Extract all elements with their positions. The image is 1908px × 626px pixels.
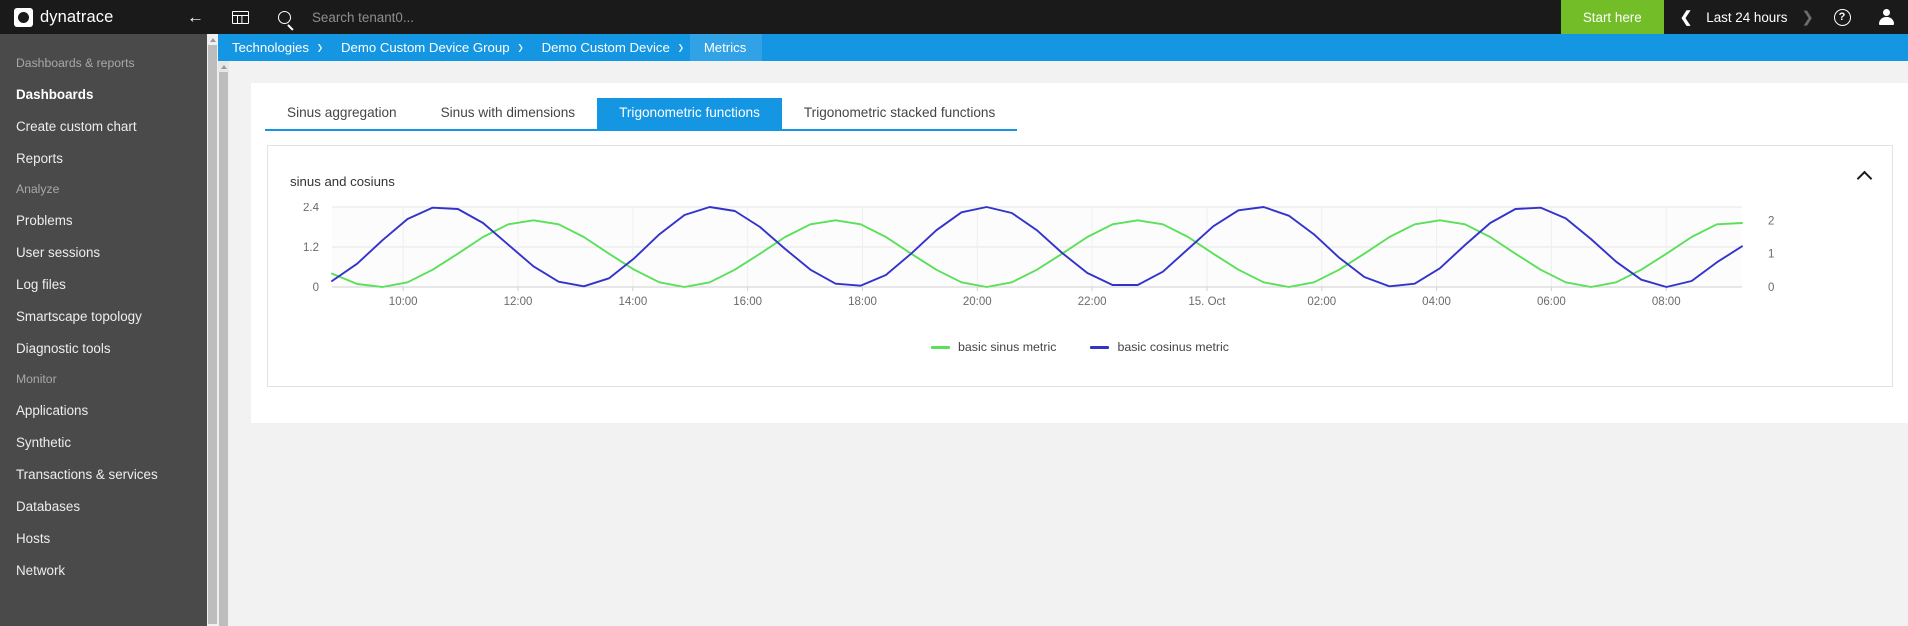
legend-swatch-cosinus — [1090, 345, 1110, 349]
svg-text:2.4: 2.4 — [303, 203, 320, 214]
dynatrace-app: dynatrace ← Dashboards & reports Dashboa… — [0, 0, 1908, 626]
sidebar-item-smartscape-topology[interactable]: Smartscape topology — [0, 300, 218, 332]
svg-text:14:00: 14:00 — [618, 296, 647, 308]
sidebar-item-synthetic[interactable]: Synthetic — [0, 426, 218, 458]
left-sidebar: dynatrace ← Dashboards & reports Dashboa… — [0, 0, 218, 626]
svg-text:08:00: 08:00 — [1652, 296, 1681, 308]
breadcrumb: Technologies › Demo Custom Device Group … — [218, 34, 1908, 61]
timerange-selector: ❮ Last 24 hours ❯ — [1664, 0, 1820, 34]
sidebar-group-label-analyze: Analyze — [16, 182, 60, 196]
tab-sinus-aggregation[interactable]: Sinus aggregation — [265, 98, 419, 131]
sidebar-item-reports[interactable]: Reports — [0, 142, 218, 174]
dashboard-grid-icon[interactable] — [218, 0, 262, 34]
arrow-left-icon[interactable]: ← — [187, 9, 204, 26]
sidebar-group-label-dashboards-reports: Dashboards & reports — [16, 56, 135, 70]
page-scrollbar-thumb[interactable] — [219, 61, 228, 626]
sidebar-nav: Dashboards & reports Dashboards Create c… — [0, 34, 218, 586]
sidebar-item-diagnostic-tools[interactable]: Diagnostic tools — [0, 332, 218, 364]
svg-text:02:00: 02:00 — [1307, 296, 1336, 308]
svg-text:2: 2 — [1768, 215, 1774, 227]
svg-text:0: 0 — [313, 282, 319, 294]
help-question-icon[interactable]: ? — [1820, 0, 1864, 34]
legend-label-cosinus: basic cosinus metric — [1117, 340, 1230, 354]
chart-legend: basic sinus metric basic cosinus metric — [268, 340, 1892, 354]
page-scroll-up-arrow-icon[interactable] — [218, 61, 229, 72]
chevron-right-icon[interactable]: ❯ — [1801, 10, 1814, 25]
breadcrumb-item-demo-custom-device-group[interactable]: Demo Custom Device Group — [329, 34, 512, 61]
svg-text:06:00: 06:00 — [1537, 296, 1566, 308]
sidebar-header: dynatrace ← — [0, 0, 218, 34]
breadcrumb-item-demo-custom-device[interactable]: Demo Custom Device — [530, 34, 672, 61]
sidebar-item-applications[interactable]: Applications — [0, 394, 218, 426]
sidebar-item-user-sessions[interactable]: User sessions — [0, 236, 218, 268]
tab-trigonometric-stacked-functions[interactable]: Trigonometric stacked functions — [781, 98, 1018, 131]
user-avatar-icon[interactable] — [1864, 0, 1908, 34]
legend-item-basic-cosinus-metric[interactable]: basic cosinus metric — [1090, 340, 1229, 354]
top-bar: Start here ❮ Last 24 hours ❯ ? — [218, 0, 1908, 34]
brand-name: dynatrace — [40, 7, 114, 26]
metrics-panel: Sinus aggregation Sinus with dimensions … — [251, 83, 1908, 423]
legend-label-sinus: basic sinus metric — [957, 340, 1057, 354]
search-icon[interactable] — [262, 0, 306, 34]
svg-text:10:00: 10:00 — [389, 296, 418, 308]
svg-text:1: 1 — [1768, 249, 1774, 261]
svg-text:04:00: 04:00 — [1422, 296, 1451, 308]
breadcrumb-item-metrics[interactable]: Metrics — [689, 34, 763, 61]
chart-plot: 0 1.2 2.4 0 1 2 10:00 12:00 14:00 16:00 18:00 20:00… — [268, 203, 1892, 329]
tab-sinus-with-dimensions[interactable]: Sinus with dimensions — [418, 98, 598, 131]
sidebar-item-databases[interactable]: Databases — [0, 490, 218, 522]
svg-text:1.2: 1.2 — [303, 242, 319, 254]
svg-text:20:00: 20:00 — [963, 296, 992, 308]
dynatrace-hexagon-logo-icon — [14, 7, 33, 27]
sidebar-group-label-monitor: Monitor — [16, 372, 57, 386]
timerange-label[interactable]: Last 24 hours — [1706, 10, 1787, 25]
legend-swatch-sinus — [930, 345, 950, 349]
breadcrumb-item-technologies[interactable]: Technologies — [218, 34, 311, 61]
sidebar-item-dashboards[interactable]: Dashboards — [0, 78, 218, 110]
sidebar-scrollbar[interactable] — [207, 34, 218, 626]
svg-text:22:00: 22:00 — [1078, 296, 1107, 308]
metric-tabs: Sinus aggregation Sinus with dimensions … — [251, 83, 1908, 131]
start-here-button[interactable]: Start here — [1560, 0, 1664, 34]
legend-item-basic-sinus-metric[interactable]: basic sinus metric — [930, 340, 1057, 354]
sidebar-item-network[interactable]: Network — [0, 554, 218, 586]
svg-text:0: 0 — [1768, 282, 1774, 294]
sidebar-scroll-up-arrow-icon[interactable] — [207, 34, 218, 45]
svg-text:18:00: 18:00 — [848, 296, 877, 308]
sidebar-scrollbar-thumb[interactable] — [208, 36, 217, 624]
content-inner: Sinus aggregation Sinus with dimensions … — [229, 61, 1908, 626]
svg-text:12:00: 12:00 — [504, 296, 533, 308]
main-area: Start here ❮ Last 24 hours ❯ ? Technolog… — [218, 0, 1908, 626]
chart-card: sinus and cosiuns 0 1.2 2.4 0 1 2 10:00 12:00 14… — [267, 145, 1893, 387]
search-input[interactable] — [306, 0, 1561, 34]
tab-trigonometric-functions[interactable]: Trigonometric functions — [597, 98, 782, 131]
svg-text:15. Oct: 15. Oct — [1188, 296, 1226, 308]
chevron-left-icon[interactable]: ❮ — [1680, 10, 1693, 25]
chart-title: sinus and cosiuns — [290, 174, 395, 189]
page-scrollbar[interactable] — [218, 61, 229, 626]
content-area: Sinus aggregation Sinus with dimensions … — [218, 61, 1908, 626]
sidebar-item-hosts[interactable]: Hosts — [0, 522, 218, 554]
svg-text:16:00: 16:00 — [733, 296, 762, 308]
sidebar-item-create-custom-chart[interactable]: Create custom chart — [0, 110, 218, 142]
chevron-up-icon[interactable] — [1854, 166, 1874, 186]
sidebar-item-problems[interactable]: Problems — [0, 204, 218, 236]
sidebar-item-log-files[interactable]: Log files — [0, 268, 218, 300]
brand-logo[interactable]: dynatrace — [14, 7, 114, 27]
sidebar-item-transactions-services[interactable]: Transactions & services — [0, 458, 218, 490]
chart-svg: 0 1.2 2.4 0 1 2 10:00 12:00 14:00 16:00 18:00 20:00… — [303, 203, 1774, 308]
